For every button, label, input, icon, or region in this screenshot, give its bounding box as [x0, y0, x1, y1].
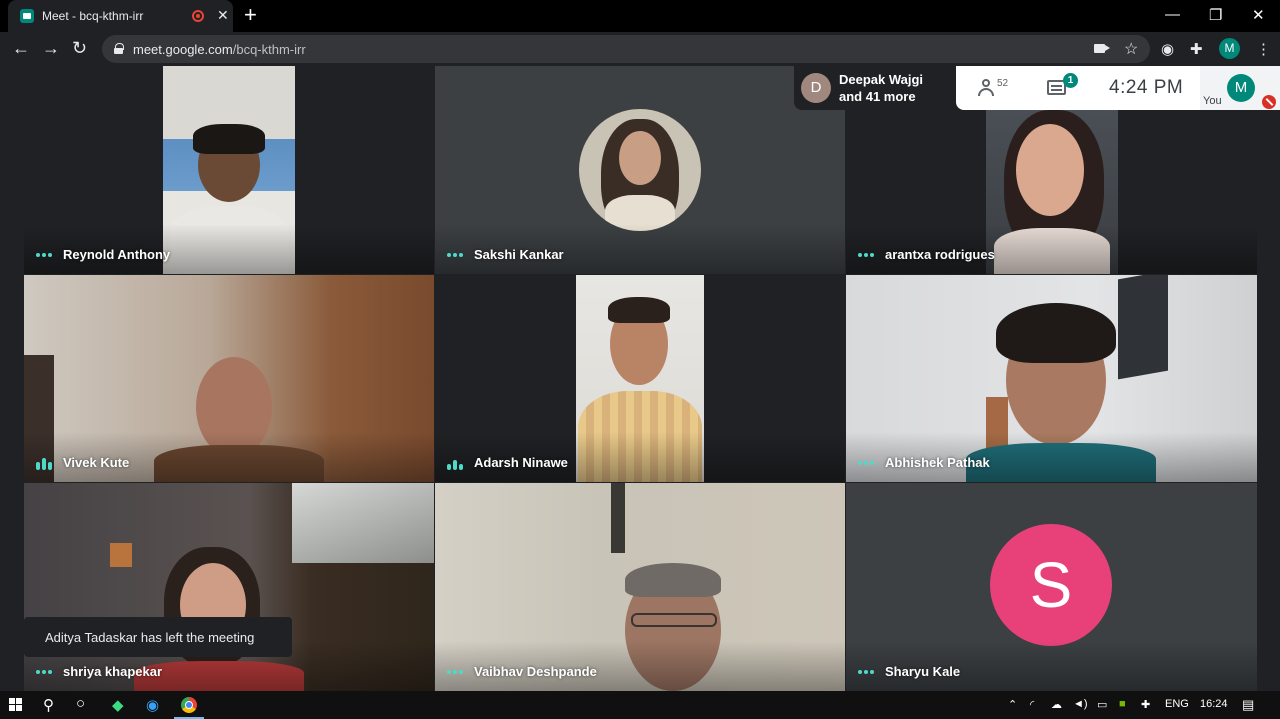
- meet-favicon-icon: [20, 9, 34, 23]
- participant-tile[interactable]: Vivek Kute: [24, 275, 434, 482]
- participant-tile[interactable]: Sakshi Kankar: [435, 66, 845, 274]
- battery-icon[interactable]: ▭: [1097, 698, 1107, 711]
- participant-avatar: [579, 109, 701, 231]
- active-speaker-chip[interactable]: D Deepak Wajgi and 41 more: [794, 66, 956, 110]
- windows-taskbar: ⚲ ○ ◆ ◉ ⌃ ◜ ☁ ◄) ▭ ■ ✚ ENG 16:24 ▤: [0, 691, 1280, 719]
- url-path: /bcq-kthm-irr: [232, 42, 306, 57]
- meeting-info-bar: 52 1 4:24 PM M You: [956, 66, 1280, 110]
- chat-unread-badge: 1: [1063, 73, 1078, 88]
- recording-indicator-icon: [192, 10, 204, 22]
- star-icon[interactable]: ☆: [1124, 39, 1138, 59]
- search-icon[interactable]: ⚲: [43, 696, 54, 714]
- profile-avatar[interactable]: M: [1219, 38, 1240, 59]
- edge-icon[interactable]: ◉: [146, 696, 159, 714]
- participant-avatar: S: [990, 524, 1112, 646]
- language-indicator[interactable]: ENG: [1165, 698, 1189, 710]
- mic-muted-icon: [1262, 95, 1276, 109]
- minimize-button[interactable]: —: [1165, 6, 1180, 23]
- nvidia-icon[interactable]: ■: [1119, 698, 1126, 710]
- audio-dots-icon: [858, 669, 876, 675]
- audio-dots-icon: [447, 669, 465, 675]
- speaking-bars-icon: [36, 458, 54, 470]
- speaker-name: Deepak Wajgi: [839, 72, 924, 87]
- puzzle-icon[interactable]: ✚: [1190, 40, 1203, 58]
- show-hidden-icons[interactable]: ⌃: [1008, 698, 1017, 711]
- tab-title: Meet - bcq-kthm-irr: [42, 9, 144, 23]
- participant-tile[interactable]: S Sharyu Kale: [846, 483, 1257, 691]
- back-icon[interactable]: ←: [12, 38, 30, 59]
- onedrive-icon[interactable]: ☁: [1051, 698, 1062, 711]
- meet-stage: Reynold Anthony Sakshi Kankar arantxa ro…: [0, 66, 1280, 691]
- audio-dots-icon: [447, 252, 465, 258]
- url-text[interactable]: meet.google.com/bcq-kthm-irr: [133, 42, 306, 57]
- speaker-more: and 41 more: [839, 89, 916, 104]
- taskbar-clock[interactable]: 16:24: [1200, 698, 1228, 710]
- participant-left-toast: Aditya Tadaskar has left the meeting: [24, 617, 292, 657]
- new-tab-button[interactable]: +: [244, 4, 257, 26]
- cortana-icon[interactable]: ○: [76, 695, 85, 712]
- audio-dots-icon: [36, 252, 54, 258]
- self-avatar: M: [1227, 74, 1255, 102]
- android-studio-icon[interactable]: ◆: [112, 696, 124, 714]
- participant-name: Reynold Anthony: [63, 247, 171, 262]
- participant-name: Vivek Kute: [63, 455, 130, 470]
- volume-icon[interactable]: ◄): [1073, 698, 1088, 710]
- participant-name: Sakshi Kankar: [474, 247, 564, 262]
- windows-start-icon[interactable]: [9, 698, 23, 712]
- participant-tile[interactable]: Reynold Anthony: [24, 66, 434, 274]
- security-icon[interactable]: ✚: [1141, 698, 1150, 711]
- lock-icon[interactable]: [114, 43, 124, 54]
- camera-icon[interactable]: [1094, 44, 1110, 53]
- address-bar[interactable]: meet.google.com/bcq-kthm-irr ☆: [102, 35, 1150, 63]
- extension-circle-icon[interactable]: ◉: [1161, 40, 1174, 58]
- participant-tile[interactable]: shriya khapekar: [24, 483, 434, 691]
- participant-tile[interactable]: Vaibhav Deshpande: [435, 483, 845, 691]
- speaker-avatar: D: [801, 73, 831, 103]
- self-label: You: [1203, 95, 1222, 107]
- chrome-icon[interactable]: [181, 697, 197, 713]
- self-view[interactable]: M You: [1200, 66, 1280, 110]
- tab-strip: Meet - bcq-kthm-irr ✕ + — ❐ ✕: [0, 0, 1280, 32]
- participants-count: 52: [997, 78, 1009, 89]
- meeting-clock: 4:24 PM: [1109, 77, 1184, 98]
- participant-name: Abhishek Pathak: [885, 455, 990, 470]
- participant-name: Adarsh Ninawe: [474, 455, 568, 470]
- network-icon[interactable]: ◜: [1030, 698, 1034, 711]
- url-host: meet.google.com: [133, 42, 233, 57]
- speaking-bars-icon: [447, 458, 465, 470]
- participant-name: shriya khapekar: [63, 664, 163, 679]
- menu-icon[interactable]: ⋮: [1256, 40, 1271, 58]
- audio-dots-icon: [36, 669, 54, 675]
- participant-name: arantxa rodrigues: [885, 247, 995, 262]
- window-close-button[interactable]: ✕: [1252, 6, 1265, 24]
- audio-dots-icon: [858, 252, 876, 258]
- participant-name: Sharyu Kale: [885, 664, 961, 679]
- participant-tile[interactable]: Abhishek Pathak: [846, 275, 1257, 482]
- forward-icon[interactable]: →: [42, 38, 60, 59]
- maximize-button[interactable]: ❐: [1209, 6, 1222, 24]
- tab-close-icon[interactable]: ✕: [217, 7, 229, 24]
- participant-tile[interactable]: Adarsh Ninawe: [435, 275, 845, 482]
- browser-toolbar: ← → ↻ meet.google.com/bcq-kthm-irr ☆ ◉ ✚…: [0, 32, 1280, 66]
- participant-name: Vaibhav Deshpande: [474, 664, 597, 679]
- audio-dots-icon: [858, 460, 876, 466]
- reload-icon[interactable]: ↻: [72, 38, 87, 59]
- tab-meet[interactable]: Meet - bcq-kthm-irr ✕: [8, 0, 233, 32]
- notifications-icon[interactable]: ▤: [1242, 697, 1254, 713]
